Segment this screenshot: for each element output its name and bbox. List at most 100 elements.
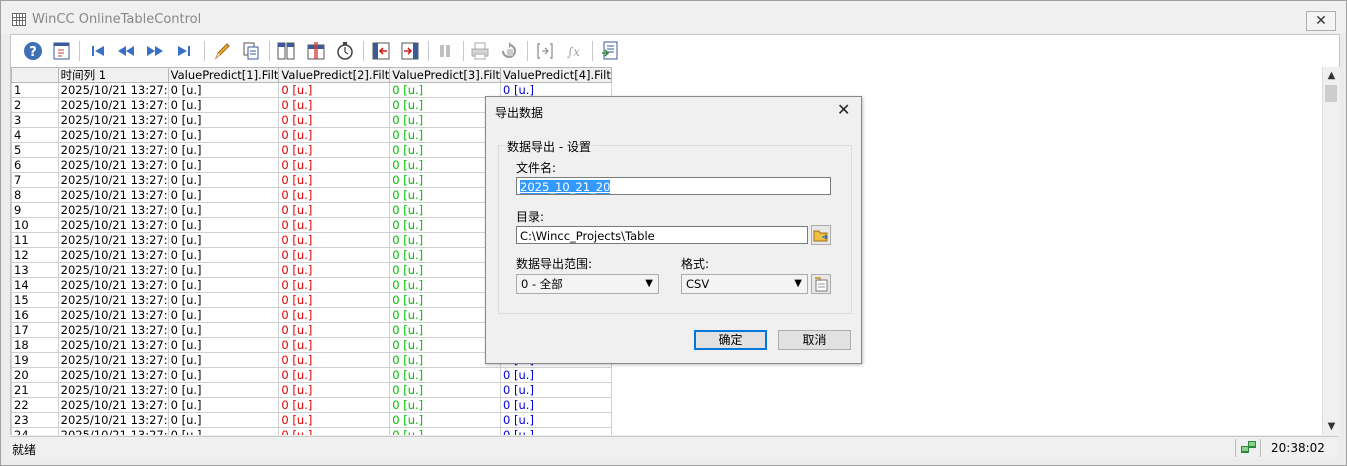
value1-cell[interactable]: 0 [u.] [167,217,280,233]
vertical-scrollbar[interactable]: ▲ ▼ [1322,67,1340,435]
value2-cell[interactable]: 0 [u.] [278,382,391,398]
table-row[interactable]: 21 2025/10/21 13:27: 0 [u.] 0 [u.] 0 [u.] 0 [… [11,382,1323,398]
value3-cell[interactable]: 0 [u.] [389,97,502,113]
value1-cell[interactable]: 0 [u.] [167,382,280,398]
edit-icon[interactable] [211,40,233,62]
value2-cell[interactable]: 0 [u.] [278,307,391,323]
row-number-cell[interactable]: 6 [11,157,59,173]
column-header-time[interactable]: 时间列 1 [57,67,169,83]
timestamp-cell[interactable]: 2025/10/21 13:27: [57,97,169,113]
ok-button[interactable]: 确定 [694,330,767,350]
row-header[interactable] [11,67,59,83]
row-number-cell[interactable]: 8 [11,187,59,203]
value3-cell[interactable]: 0 [u.] [389,382,502,398]
statistics-icon[interactable]: ∫x [563,40,585,62]
timestamp-cell[interactable]: 2025/10/21 13:27: [57,292,169,308]
value2-cell[interactable]: 0 [u.] [278,112,391,128]
value2-cell[interactable]: 0 [u.] [278,397,391,413]
timestamp-cell[interactable]: 2025/10/21 13:27: [57,112,169,128]
config-dialog-icon[interactable] [51,40,73,62]
column-header-value4[interactable]: ValuePredict[4].Filt [500,67,612,83]
row-number-cell[interactable]: 17 [11,322,59,338]
dialog-close-icon[interactable]: ✕ [837,102,850,118]
export-data-icon[interactable] [599,40,621,62]
value4-cell[interactable]: 0 [u.] [500,427,612,435]
statistics-range-icon[interactable] [534,40,556,62]
value1-cell[interactable]: 0 [u.] [167,172,280,188]
value1-cell[interactable]: 0 [u.] [167,262,280,278]
value2-cell[interactable]: 0 [u.] [278,412,391,428]
row-number-cell[interactable]: 3 [11,112,59,128]
stop-icon[interactable] [434,40,456,62]
forward-icon[interactable] [144,40,166,62]
row-number-cell[interactable]: 18 [11,337,59,353]
value1-cell[interactable]: 0 [u.] [167,427,280,435]
format-settings-button[interactable] [811,274,831,294]
row-number-cell[interactable]: 23 [11,412,59,428]
row-number-cell[interactable]: 9 [11,202,59,218]
export-icon[interactable] [498,40,520,62]
table-row[interactable]: 24 2025/10/21 13:27: 0 [u.] 0 [u.] 0 [u.] 0 [… [11,427,1323,435]
file-name-input[interactable]: 2025_10_21_20 [516,177,831,195]
row-number-cell[interactable]: 19 [11,352,59,368]
value2-cell[interactable]: 0 [u.] [278,247,391,263]
value1-cell[interactable]: 0 [u.] [167,247,280,263]
value2-cell[interactable]: 0 [u.] [278,277,391,293]
first-icon[interactable] [87,40,109,62]
value1-cell[interactable]: 0 [u.] [167,292,280,308]
timestamp-cell[interactable]: 2025/10/21 13:27: [57,307,169,323]
scroll-down-arrow[interactable]: ▼ [1323,418,1340,435]
value3-cell[interactable]: 0 [u.] [389,352,502,368]
value3-cell[interactable]: 0 [u.] [389,412,502,428]
value2-cell[interactable]: 0 [u.] [278,97,391,113]
timestamp-cell[interactable]: 2025/10/21 13:27: [57,82,169,98]
value4-cell[interactable]: 0 [u.] [500,382,612,398]
value2-cell[interactable]: 0 [u.] [278,172,391,188]
value3-cell[interactable]: 0 [u.] [389,292,502,308]
previous-column-icon[interactable] [370,40,392,62]
value2-cell[interactable]: 0 [u.] [278,157,391,173]
value3-cell[interactable]: 0 [u.] [389,277,502,293]
value4-cell[interactable]: 0 [u.] [500,412,612,428]
row-number-cell[interactable]: 2 [11,97,59,113]
row-number-cell[interactable]: 20 [11,367,59,383]
timestamp-cell[interactable]: 2025/10/21 13:27: [57,277,169,293]
value2-cell[interactable]: 0 [u.] [278,127,391,143]
last-icon[interactable] [173,40,195,62]
value1-cell[interactable]: 0 [u.] [167,352,280,368]
scroll-up-arrow[interactable]: ▲ [1323,67,1340,84]
value1-cell[interactable]: 0 [u.] [167,307,280,323]
window-close-button[interactable]: ✕ [1306,11,1336,31]
row-number-cell[interactable]: 1 [11,82,59,98]
value1-cell[interactable]: 0 [u.] [167,232,280,248]
table-row[interactable]: 20 2025/10/21 13:27: 0 [u.] 0 [u.] 0 [u.] 0 [… [11,367,1323,383]
value3-cell[interactable]: 0 [u.] [389,202,502,218]
value1-cell[interactable]: 0 [u.] [167,187,280,203]
format-select[interactable]: CSV ▼ [681,274,808,294]
scroll-thumb[interactable] [1325,85,1337,102]
row-number-cell[interactable]: 13 [11,262,59,278]
value3-cell[interactable]: 0 [u.] [389,142,502,158]
timestamp-cell[interactable]: 2025/10/21 13:27: [57,352,169,368]
select-columns-icon[interactable] [275,40,297,62]
timestamp-cell[interactable]: 2025/10/21 13:27: [57,367,169,383]
value1-cell[interactable]: 0 [u.] [167,322,280,338]
value1-cell[interactable]: 0 [u.] [167,142,280,158]
timestamp-cell[interactable]: 2025/10/21 13:27: [57,427,169,435]
timestamp-cell[interactable]: 2025/10/21 13:27: [57,202,169,218]
cancel-button[interactable]: 取消 [778,330,851,350]
value2-cell[interactable]: 0 [u.] [278,217,391,233]
copy-icon[interactable] [240,40,262,62]
timestamp-cell[interactable]: 2025/10/21 13:27: [57,397,169,413]
timestamp-cell[interactable]: 2025/10/21 13:27: [57,382,169,398]
timestamp-cell[interactable]: 2025/10/21 13:27: [57,172,169,188]
timestamp-cell[interactable]: 2025/10/21 13:27: [57,262,169,278]
value3-cell[interactable]: 0 [u.] [389,232,502,248]
next-column-icon[interactable] [399,40,421,62]
row-number-cell[interactable]: 5 [11,142,59,158]
rewind-icon[interactable] [115,40,137,62]
value2-cell[interactable]: 0 [u.] [278,427,391,435]
value1-cell[interactable]: 0 [u.] [167,97,280,113]
value2-cell[interactable]: 0 [u.] [278,352,391,368]
row-number-cell[interactable]: 10 [11,217,59,233]
